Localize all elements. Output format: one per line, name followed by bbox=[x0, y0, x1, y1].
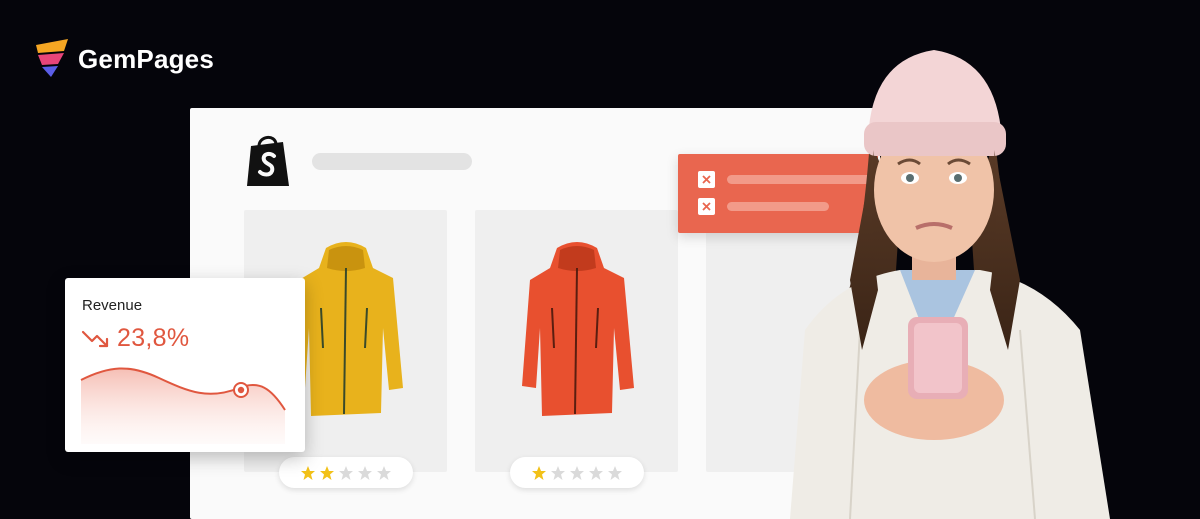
star-empty-icon bbox=[358, 465, 372, 480]
star-empty-icon bbox=[589, 465, 603, 480]
star-filled-icon bbox=[532, 465, 546, 480]
shopify-bag-icon bbox=[247, 136, 289, 186]
star-empty-icon bbox=[377, 465, 391, 480]
revenue-trend: 23,8% bbox=[81, 324, 189, 353]
star-empty-icon bbox=[570, 465, 584, 480]
star-filled-icon bbox=[320, 465, 334, 480]
close-icon[interactable] bbox=[698, 198, 715, 215]
product-card[interactable] bbox=[475, 210, 678, 472]
worried-person-image bbox=[790, 50, 1110, 519]
star-empty-icon bbox=[608, 465, 622, 480]
brand-name: GemPages bbox=[78, 43, 215, 74]
revenue-title: Revenue bbox=[82, 297, 143, 314]
orange-jacket-image bbox=[521, 242, 634, 416]
star-empty-icon bbox=[339, 465, 353, 480]
gempages-logo-icon bbox=[36, 39, 68, 77]
revenue-sparkline bbox=[80, 367, 286, 444]
close-icon[interactable] bbox=[698, 171, 715, 188]
product-rating bbox=[279, 457, 413, 488]
revenue-card: Revenue 23,8% bbox=[65, 278, 305, 452]
brand: GemPages bbox=[34, 36, 214, 82]
trend-down-icon bbox=[81, 330, 109, 347]
product-rating bbox=[510, 457, 644, 488]
search-bar[interactable] bbox=[312, 153, 472, 170]
star-empty-icon bbox=[551, 465, 565, 480]
revenue-value: 23,8% bbox=[117, 324, 190, 352]
star-filled-icon bbox=[301, 465, 315, 480]
